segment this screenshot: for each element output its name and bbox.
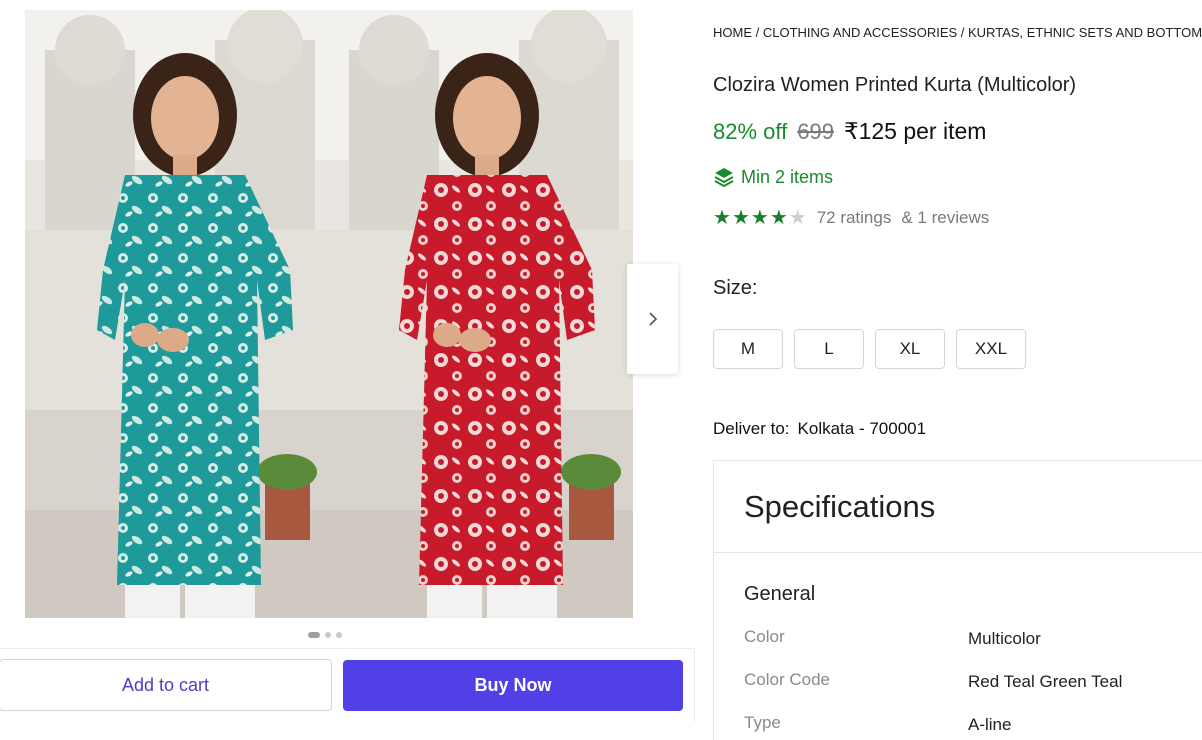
ratings-count[interactable]: 72 ratings xyxy=(817,208,892,228)
spec-key: Color xyxy=(744,627,785,646)
gallery-next-button[interactable] xyxy=(627,264,678,374)
star-icon: ★ xyxy=(750,207,769,229)
gallery-pagination xyxy=(308,632,342,638)
original-price: 699 xyxy=(797,119,834,144)
size-options: M L XL XXL xyxy=(713,329,1026,369)
spec-value: Multicolor xyxy=(968,629,1041,648)
spec-value: Red Teal Green Teal xyxy=(968,672,1123,691)
size-option-xxl[interactable]: XXL xyxy=(956,329,1026,369)
specifications-title: Specifications xyxy=(744,489,936,524)
gallery-dot[interactable] xyxy=(325,632,331,638)
product-image-red[interactable] xyxy=(329,10,633,618)
size-option-m[interactable]: M xyxy=(713,329,783,369)
star-icon: ★ xyxy=(731,207,750,229)
size-option-l[interactable]: L xyxy=(794,329,864,369)
rating-stars: ★ ★ ★ ★ ★ xyxy=(713,208,807,228)
price-row: 82% off 699 ₹125 per item xyxy=(713,118,986,145)
rating-row: ★ ★ ★ ★ ★ 72 ratings & 1 reviews xyxy=(713,208,989,228)
deliver-to-label: Deliver to: xyxy=(713,419,790,438)
product-details: HOME / CLOTHING AND ACCESSORIES / KURTAS… xyxy=(713,0,1202,740)
delivery-location[interactable]: Deliver to: Kolkata - 700001 xyxy=(713,419,926,439)
size-option-xl[interactable]: XL xyxy=(875,329,945,369)
specifications-panel: Specifications General Color Multicolor … xyxy=(713,460,1202,740)
star-empty-icon: ★ xyxy=(788,207,807,229)
min-order-text: Min 2 items xyxy=(741,166,834,187)
star-icon: ★ xyxy=(713,207,731,229)
product-title: Clozira Women Printed Kurta (Multicolor) xyxy=(713,74,1077,96)
product-photo-teal xyxy=(25,10,329,618)
product-image-teal[interactable] xyxy=(25,10,329,618)
gallery-dot-active[interactable] xyxy=(308,632,320,638)
spec-value: A-line xyxy=(968,715,1012,734)
chevron-right-icon xyxy=(648,312,657,326)
purchase-actions: Add to cart Buy Now xyxy=(0,648,695,722)
specifications-header: Specifications xyxy=(714,461,1202,553)
selling-price: ₹125 per item xyxy=(843,118,987,144)
spec-section-general: General xyxy=(744,583,816,605)
min-order-info: Min 2 items xyxy=(713,166,833,188)
layers-icon xyxy=(714,168,734,188)
discount-percent: 82% off xyxy=(713,119,788,144)
size-label: Size: xyxy=(713,277,758,299)
product-photo-red xyxy=(329,10,633,618)
delivery-pincode[interactable]: Kolkata - 700001 xyxy=(798,419,927,438)
gallery-dot[interactable] xyxy=(336,632,342,638)
star-icon: ★ xyxy=(769,207,788,229)
spec-key: Type xyxy=(744,713,781,732)
add-to-cart-button[interactable]: Add to cart xyxy=(0,659,332,711)
reviews-count[interactable]: & 1 reviews xyxy=(901,208,989,228)
spec-key: Color Code xyxy=(744,670,830,689)
product-gallery: Add to cart Buy Now xyxy=(0,0,695,740)
breadcrumb[interactable]: HOME / CLOTHING AND ACCESSORIES / KURTAS… xyxy=(713,25,1202,40)
buy-now-button[interactable]: Buy Now xyxy=(343,660,683,711)
